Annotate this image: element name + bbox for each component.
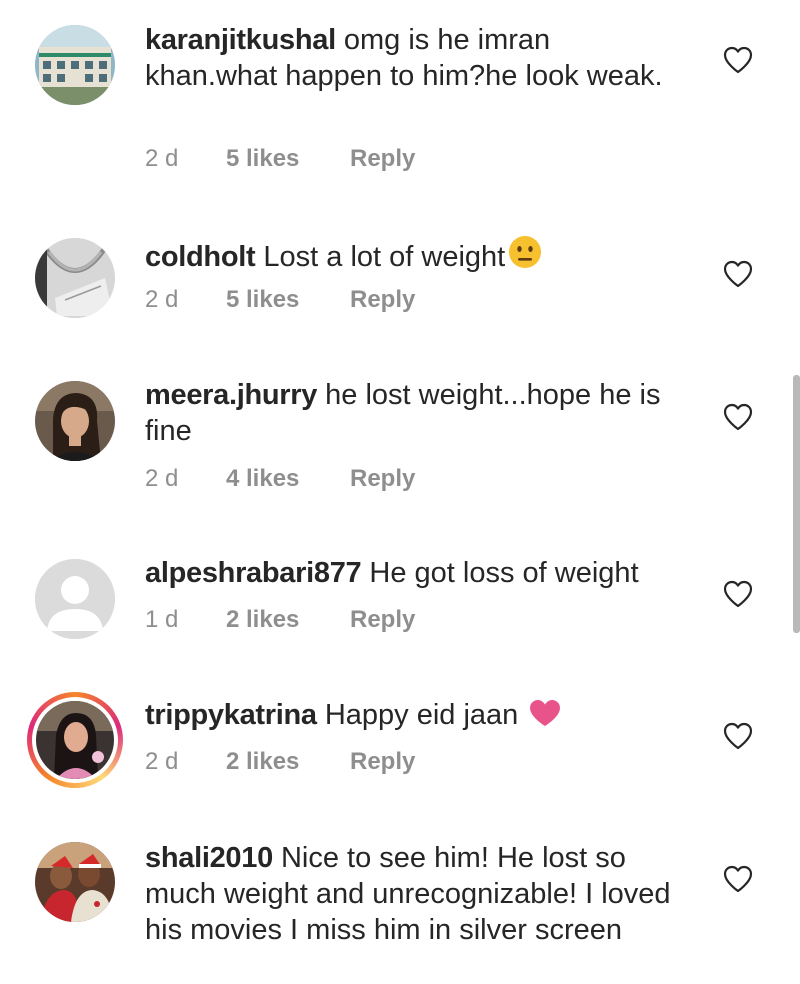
comment-body: shali2010 Nice to see him! He lost so mu… <box>145 840 685 948</box>
reply-button[interactable]: Reply <box>350 747 415 777</box>
comment-body: alpeshrabari877 He got loss of weight <box>145 555 685 591</box>
comment-likes[interactable]: 2 likes <box>226 605 350 635</box>
comment-time: 2 d <box>145 748 179 775</box>
scrollbar[interactable] <box>793 375 800 633</box>
comment-likes[interactable]: 5 likes <box>226 144 350 174</box>
heart-outline-icon[interactable] <box>723 403 753 431</box>
avatar <box>32 697 118 783</box>
avatar[interactable] <box>35 559 115 639</box>
heart-outline-icon[interactable] <box>723 865 753 893</box>
comment-body: coldholt Lost a lot of weight <box>145 234 685 279</box>
comment-username[interactable]: meera.jhurry <box>145 379 317 411</box>
comment-meta: 2 d 5 likes Reply <box>145 144 415 174</box>
comment-text: Lost a lot of weight <box>263 241 506 273</box>
avatar[interactable] <box>35 842 115 922</box>
comment-username[interactable]: karanjitkushal <box>145 24 336 56</box>
comment-text: Happy eid jaan <box>324 699 519 731</box>
comment-meta: 1 d 2 likes Reply <box>145 605 415 635</box>
reply-button[interactable]: Reply <box>350 605 415 635</box>
comment-likes[interactable]: 4 likes <box>226 464 350 494</box>
comment-likes[interactable]: 5 likes <box>226 285 350 315</box>
neutral-face-emoji <box>507 234 543 279</box>
pink-heart-emoji <box>528 698 562 737</box>
comment-likes[interactable]: 2 likes <box>226 747 350 777</box>
reply-button[interactable]: Reply <box>350 144 415 174</box>
reply-button[interactable]: Reply <box>350 464 415 494</box>
comment-username[interactable]: alpeshrabari877 <box>145 557 362 589</box>
comment-time: 1 d <box>145 606 179 633</box>
heart-outline-icon[interactable] <box>723 580 753 608</box>
comment-meta: 2 d 2 likes Reply <box>145 747 415 777</box>
comment-meta: 2 d 5 likes Reply <box>145 285 415 315</box>
heart-outline-icon[interactable] <box>723 260 753 288</box>
comment-username[interactable]: trippykatrina <box>145 699 317 731</box>
heart-outline-icon[interactable] <box>723 46 753 74</box>
comment-text: He got loss of weight <box>369 557 639 589</box>
comment-meta: 2 d 4 likes Reply <box>145 464 415 494</box>
comment-body: karanjitkushal omg is he imran khan.what… <box>145 22 685 94</box>
comment-time: 2 d <box>145 465 179 492</box>
avatar[interactable] <box>35 25 115 105</box>
avatar[interactable] <box>35 381 115 461</box>
comment-username[interactable]: coldholt <box>145 241 256 273</box>
comment-time: 2 d <box>145 145 179 172</box>
reply-button[interactable]: Reply <box>350 285 415 315</box>
avatar[interactable] <box>35 238 115 318</box>
heart-outline-icon[interactable] <box>723 722 753 750</box>
avatar-story-ring[interactable] <box>27 692 123 788</box>
comment-body: meera.jhurry he lost weight...hope he is… <box>145 377 685 449</box>
comment-body: trippykatrina Happy eid jaan <box>145 697 685 737</box>
comment-time: 2 d <box>145 286 179 313</box>
comment-username[interactable]: shali2010 <box>145 842 273 874</box>
